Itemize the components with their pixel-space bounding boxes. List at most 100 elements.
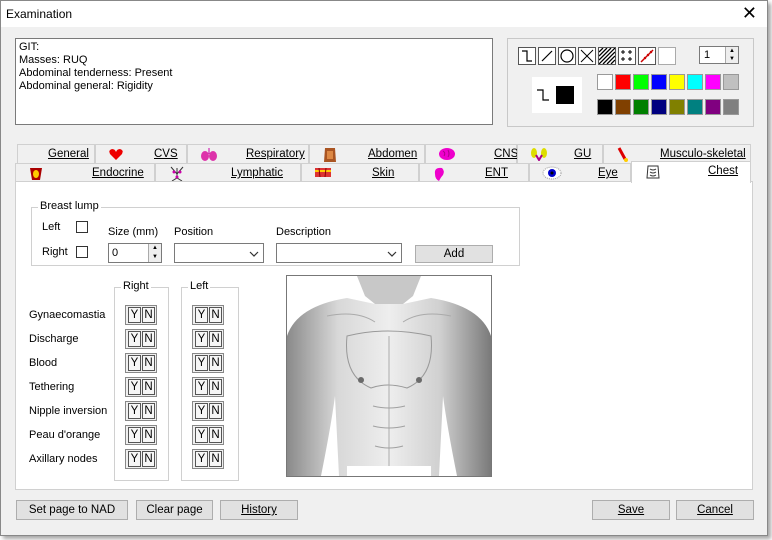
color-swatch[interactable] <box>687 74 703 90</box>
cross-tool-icon[interactable] <box>578 47 596 65</box>
left-checkbox[interactable] <box>76 221 88 233</box>
color-swatch[interactable] <box>597 74 613 90</box>
no-button[interactable]: N <box>209 331 222 347</box>
no-button[interactable]: N <box>142 355 155 371</box>
current-tool-icon <box>537 89 549 101</box>
color-swatch[interactable] <box>723 99 739 115</box>
chest-tab-panel: Breast lump Left Right Size (mm) 0 ▲ ▼ Po… <box>15 181 753 490</box>
left-yn-toggle: YN <box>192 449 224 469</box>
no-button[interactable]: N <box>142 403 155 419</box>
finding-label: Peau d'orange <box>29 429 101 441</box>
position-select[interactable] <box>174 243 264 263</box>
spinner-arrows-icon[interactable]: ▲ ▼ <box>725 47 738 63</box>
color-swatch[interactable] <box>723 74 739 90</box>
breast-lump-group: Breast lump Left Right Size (mm) 0 ▲ ▼ Po… <box>31 200 520 266</box>
freehand-tool-icon[interactable] <box>518 47 536 65</box>
tab-label: Musculo-skeletal <box>660 148 746 160</box>
ruler-tool-icon[interactable] <box>638 47 656 65</box>
ear-icon <box>432 166 448 181</box>
cancel-button[interactable]: Cancel <box>676 500 754 520</box>
no-button[interactable]: N <box>142 451 155 467</box>
save-button[interactable]: Save <box>592 500 670 520</box>
color-swatch[interactable] <box>615 99 631 115</box>
right-yn-toggle: YN <box>125 305 157 325</box>
tab-gu[interactable]: GU <box>517 144 603 163</box>
yes-button[interactable]: Y <box>128 427 141 443</box>
yes-button[interactable]: Y <box>195 355 208 371</box>
tab-general[interactable]: General <box>17 144 95 163</box>
history-label: History <box>241 504 277 516</box>
right-checkbox[interactable] <box>76 246 88 258</box>
right-findings-title: Right <box>121 280 151 292</box>
color-swatch[interactable] <box>633 74 649 90</box>
history-button[interactable]: History <box>220 500 298 520</box>
dots-tool-icon[interactable] <box>618 47 636 65</box>
tab-label: CVS <box>154 148 178 160</box>
clear-page-button[interactable]: Clear page <box>136 500 213 520</box>
color-swatch[interactable] <box>633 99 649 115</box>
notes-textbox[interactable]: GIT: Masses: RUQ Abdominal tenderness: P… <box>15 38 493 125</box>
circle-tool-icon[interactable] <box>558 47 576 65</box>
add-button[interactable]: Add <box>415 245 493 263</box>
finding-label: Blood <box>29 357 58 369</box>
yes-button[interactable]: Y <box>195 403 208 419</box>
no-button[interactable]: N <box>142 427 155 443</box>
yes-button[interactable]: Y <box>128 331 141 347</box>
color-swatch[interactable] <box>687 99 703 115</box>
current-style-preview <box>532 77 582 113</box>
close-icon[interactable]: ✕ <box>742 4 757 22</box>
hatch-tool-icon[interactable] <box>598 47 616 65</box>
window-title: Examination <box>6 7 73 21</box>
yes-button[interactable]: Y <box>195 451 208 467</box>
no-button[interactable]: N <box>209 451 222 467</box>
no-button[interactable]: N <box>209 307 222 323</box>
color-swatch[interactable] <box>651 74 667 90</box>
yes-button[interactable]: Y <box>128 379 141 395</box>
yes-button[interactable]: Y <box>195 331 208 347</box>
yes-button[interactable]: Y <box>195 379 208 395</box>
line-tool-icon[interactable] <box>538 47 556 65</box>
tab-ent[interactable]: ENT <box>419 163 529 182</box>
yes-button[interactable]: Y <box>128 403 141 419</box>
tab-endocrine[interactable]: Endocrine <box>15 163 155 182</box>
yes-button[interactable]: Y <box>195 307 208 323</box>
color-swatch[interactable] <box>669 74 685 90</box>
no-button[interactable]: N <box>209 355 222 371</box>
tab-cns[interactable]: CNS <box>425 144 518 163</box>
tab-label: Abdomen <box>368 148 418 160</box>
no-button[interactable]: N <box>209 403 222 419</box>
tab-eye[interactable]: Eye <box>529 163 631 182</box>
left-yn-toggle: YN <box>192 353 224 373</box>
no-button[interactable]: N <box>142 331 155 347</box>
tab-abdomen[interactable]: Abdomen <box>309 144 425 163</box>
color-swatch[interactable] <box>669 99 685 115</box>
set-page-nad-button[interactable]: Set page to NAD <box>16 500 128 520</box>
description-select[interactable] <box>276 243 402 263</box>
size-spinner[interactable]: 0 ▲ ▼ <box>108 243 162 263</box>
tab-respiratory[interactable]: Respiratory <box>187 144 309 163</box>
left-yn-toggle: YN <box>192 401 224 421</box>
no-button[interactable]: N <box>142 307 155 323</box>
right-label: Right <box>42 246 68 258</box>
size-spinner-arrows-icon[interactable]: ▲ ▼ <box>148 244 161 262</box>
color-swatch[interactable] <box>705 74 721 90</box>
color-swatch[interactable] <box>705 99 721 115</box>
tab-cvs[interactable]: CVS <box>95 144 187 163</box>
color-swatch[interactable] <box>615 74 631 90</box>
no-button[interactable]: N <box>209 427 222 443</box>
line-width-spinner[interactable]: 1 ▲ ▼ <box>699 46 739 64</box>
blank-tool-icon[interactable] <box>658 47 676 65</box>
color-swatch[interactable] <box>651 99 667 115</box>
finding-label: Nipple inversion <box>29 405 108 417</box>
no-button[interactable]: N <box>142 379 155 395</box>
color-swatch[interactable] <box>597 99 613 115</box>
yes-button[interactable]: Y <box>128 451 141 467</box>
yes-button[interactable]: Y <box>128 307 141 323</box>
yes-button[interactable]: Y <box>128 355 141 371</box>
save-label: Save <box>617 504 645 516</box>
yes-button[interactable]: Y <box>195 427 208 443</box>
tab-skin[interactable]: Skin <box>301 163 419 182</box>
tab-chest[interactable]: Chest <box>631 161 751 183</box>
tab-lymphatic[interactable]: Lymphatic <box>155 163 301 182</box>
no-button[interactable]: N <box>209 379 222 395</box>
